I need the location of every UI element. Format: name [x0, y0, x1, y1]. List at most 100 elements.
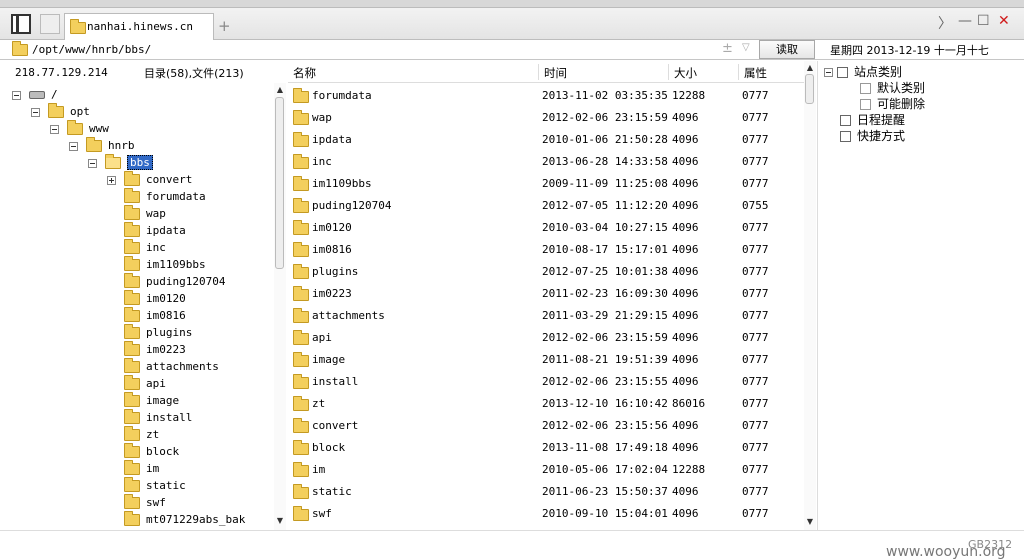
file-name: api [312, 331, 332, 344]
file-row[interactable]: wap 2012-02-06 23:15:59 4096 0777 [288, 107, 804, 129]
collapse-icon[interactable] [12, 90, 21, 100]
file-row[interactable]: image 2011-08-21 19:51:39 4096 0777 [288, 349, 804, 371]
file-size: 4096 [672, 265, 699, 278]
file-row[interactable]: api 2012-02-06 23:15:59 4096 0777 [288, 327, 804, 349]
file-row[interactable]: ipdata 2010-01-06 21:50:28 4096 0777 [288, 129, 804, 151]
list-scrollbar[interactable]: ▲ ▼ [804, 61, 816, 530]
folder-icon [293, 286, 309, 301]
schedule-item[interactable]: 日程提醒 [840, 112, 905, 128]
site-category-node[interactable]: 站点类别 [824, 64, 902, 80]
file-row[interactable]: im0816 2010-08-17 15:17:01 4096 0777 [288, 239, 804, 261]
tree-item[interactable]: inc [124, 239, 166, 256]
column-name[interactable]: 名称 [293, 65, 316, 81]
tree-item[interactable]: hnrb [69, 137, 135, 154]
tab-site[interactable]: nanhai.hinews.cn [64, 13, 214, 40]
default-category-item[interactable]: 默认类别 [860, 80, 925, 96]
shortcuts-item[interactable]: 快捷方式 [840, 128, 905, 144]
collapse-icon[interactable] [88, 158, 97, 168]
tree-scrollbar[interactable]: ▲ ▼ [274, 83, 286, 530]
tree-item[interactable]: puding120704 [124, 273, 225, 290]
blank-tab-icon[interactable] [40, 14, 60, 34]
file-row[interactable]: forumdata 2013-11-02 03:35:35 12288 0777 [288, 85, 804, 107]
column-time[interactable]: 时间 [544, 65, 567, 81]
maximize-button[interactable]: ☐ [977, 13, 990, 29]
file-row[interactable]: install 2012-02-06 23:15:55 4096 0777 [288, 371, 804, 393]
tree-item[interactable]: mt071229abs_bak [124, 511, 245, 528]
file-row[interactable]: im 2010-05-06 17:02:04 12288 0777 [288, 459, 804, 481]
tree-item[interactable]: ipdata [124, 222, 186, 239]
tree-item[interactable]: convert [107, 171, 192, 188]
scroll-thumb[interactable] [805, 74, 814, 104]
tree-item[interactable]: im0223 [124, 341, 186, 358]
chevron-right-icon[interactable]: 〉 [938, 13, 952, 33]
read-button[interactable]: 读取 [759, 40, 815, 59]
new-tab-button[interactable]: + [218, 17, 231, 35]
scroll-up-icon[interactable]: ▲ [274, 85, 286, 94]
tree-item[interactable]: plugins [124, 324, 192, 341]
file-row[interactable]: puding120704 2012-07-05 11:12:20 4096 0755 [288, 195, 804, 217]
tree-item[interactable]: / [12, 86, 58, 103]
tree-item[interactable]: static [124, 477, 186, 494]
scroll-thumb[interactable] [275, 97, 284, 269]
scroll-down-icon[interactable]: ▼ [274, 516, 286, 525]
column-attr[interactable]: 属性 [744, 65, 767, 81]
folder-icon [124, 409, 140, 424]
plus-minus-icon[interactable]: ± [722, 41, 733, 56]
file-row[interactable]: static 2011-06-23 15:50:37 4096 0777 [288, 481, 804, 503]
file-attr: 0777 [742, 353, 769, 366]
file-size: 4096 [672, 155, 699, 168]
folder-icon [86, 137, 102, 152]
tree-item-label: install [146, 411, 193, 424]
tree-item[interactable]: wap [124, 205, 166, 222]
file-row[interactable]: im0120 2010-03-04 10:27:15 4096 0777 [288, 217, 804, 239]
folder-icon [124, 460, 140, 475]
minimize-button[interactable]: — [958, 13, 972, 29]
checkbox-icon[interactable] [860, 83, 871, 94]
close-button[interactable]: ✕ [998, 13, 1010, 29]
file-row[interactable]: zt 2013-12-10 16:10:42 86016 0777 [288, 393, 804, 415]
file-name: inc [312, 155, 332, 168]
path-input[interactable]: /opt/www/hnrb/bbs/ [32, 43, 151, 56]
tree-item[interactable]: www [50, 120, 109, 137]
scroll-down-icon[interactable]: ▼ [804, 517, 816, 526]
folder-icon [293, 440, 309, 455]
collapse-icon[interactable] [69, 141, 78, 151]
expand-icon[interactable] [107, 175, 116, 185]
tree-item[interactable]: im0120 [124, 290, 186, 307]
tree-item[interactable]: block [124, 443, 179, 460]
tree-item[interactable]: opt [31, 103, 90, 120]
file-row[interactable]: im1109bbs 2009-11-09 11:25:08 4096 0777 [288, 173, 804, 195]
tree-item[interactable]: im0816 [124, 307, 186, 324]
checkbox-icon[interactable] [860, 99, 871, 110]
folder-icon [124, 426, 140, 441]
folder-icon [293, 330, 309, 345]
path-dropdown-icon[interactable]: ▽ [742, 42, 750, 53]
tree-item[interactable]: swf [124, 494, 166, 511]
tree-item[interactable]: api [124, 375, 166, 392]
file-row[interactable]: block 2013-11-08 17:49:18 4096 0777 [288, 437, 804, 459]
tree-item[interactable]: zt [124, 426, 159, 443]
tree-item[interactable]: bbs [88, 154, 153, 171]
file-row[interactable]: swf 2010-09-10 15:04:01 4096 0777 [288, 503, 804, 525]
tree-item[interactable]: attachments [124, 358, 219, 375]
file-size: 4096 [672, 507, 699, 520]
collapse-icon[interactable] [31, 107, 40, 117]
file-row[interactable]: im0223 2011-02-23 16:09:30 4096 0777 [288, 283, 804, 305]
collapse-icon[interactable] [824, 68, 833, 77]
tree-item[interactable]: image [124, 392, 179, 409]
tree-item[interactable]: forumdata [124, 188, 206, 205]
folder-icon [124, 392, 140, 407]
column-size[interactable]: 大小 [674, 65, 697, 81]
collapse-icon[interactable] [50, 124, 59, 134]
tree-item[interactable]: install [124, 409, 192, 426]
file-size: 4096 [672, 287, 699, 300]
tree-item[interactable]: im1109bbs [124, 256, 206, 273]
tree-item[interactable]: im [124, 460, 159, 477]
file-row[interactable]: attachments 2011-03-29 21:29:15 4096 0777 [288, 305, 804, 327]
file-row[interactable]: convert 2012-02-06 23:15:56 4096 0777 [288, 415, 804, 437]
may-delete-item[interactable]: 可能删除 [860, 96, 925, 112]
scroll-up-icon[interactable]: ▲ [804, 63, 816, 72]
file-row[interactable]: plugins 2012-07-25 10:01:38 4096 0777 [288, 261, 804, 283]
file-row[interactable]: inc 2013-06-28 14:33:58 4096 0777 [288, 151, 804, 173]
sidebar-toggle-icon[interactable] [11, 14, 31, 34]
